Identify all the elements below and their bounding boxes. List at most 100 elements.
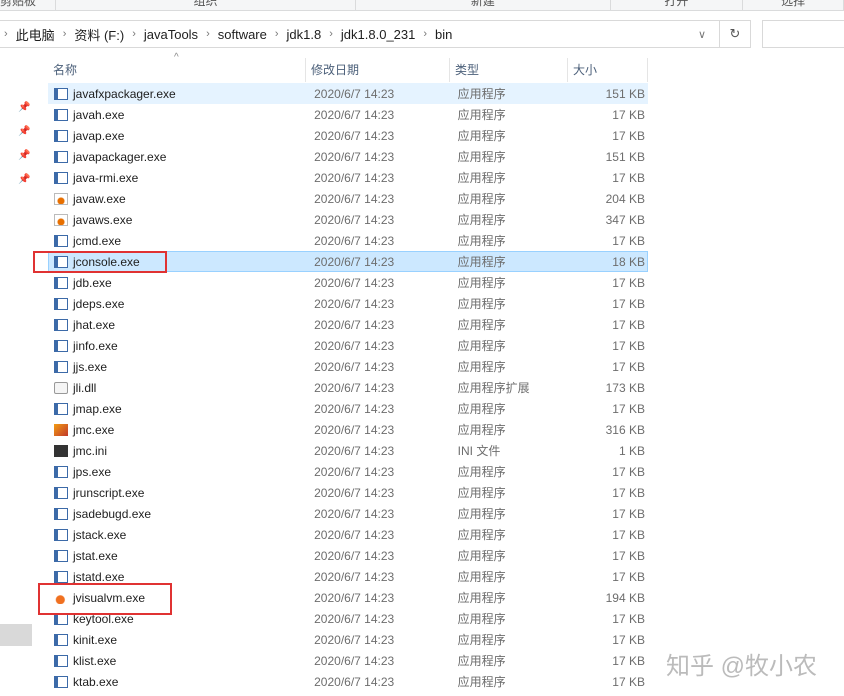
file-row[interactable]: jinfo.exe 2020/6/7 14:23 应用程序 17 KB — [48, 335, 648, 356]
file-type: 应用程序 — [457, 507, 506, 521]
column-header-date[interactable]: 修改日期 — [306, 58, 450, 82]
file-type: 应用程序 — [457, 528, 506, 542]
file-name: jmc.exe — [73, 422, 115, 437]
chevron-right-icon[interactable]: › — [63, 28, 67, 40]
column-header-name[interactable]: 名称 — [48, 58, 306, 82]
application-icon — [54, 570, 68, 583]
file-size: 17 KB — [612, 275, 645, 290]
file-size: 17 KB — [612, 548, 645, 563]
file-date: 2020/6/7 14:23 — [314, 401, 395, 416]
column-header-type[interactable]: 类型 — [450, 58, 568, 82]
file-row[interactable]: jsadebugd.exe 2020/6/7 14:23 应用程序 17 KB — [48, 503, 648, 524]
pin-icon[interactable]: 📌 — [18, 150, 30, 161]
ribbon-group-open[interactable]: 打开 — [611, 0, 744, 10]
chevron-right-icon[interactable]: › — [275, 28, 279, 40]
file-row[interactable]: jrunscript.exe 2020/6/7 14:23 应用程序 17 KB — [48, 482, 648, 503]
file-row[interactable]: jli.dll 2020/6/7 14:23 应用程序扩展 173 KB — [48, 377, 648, 398]
file-size: 17 KB — [612, 464, 645, 479]
breadcrumb-item[interactable]: software — [218, 27, 267, 42]
file-size: 17 KB — [612, 674, 645, 689]
application-icon — [54, 654, 68, 667]
file-row[interactable]: jstat.exe 2020/6/7 14:23 应用程序 17 KB — [48, 545, 648, 566]
file-row[interactable]: jjs.exe 2020/6/7 14:23 应用程序 17 KB — [48, 356, 648, 377]
application-icon — [54, 423, 68, 436]
file-row[interactable]: jdeps.exe 2020/6/7 14:23 应用程序 17 KB — [48, 293, 648, 314]
file-row[interactable]: javafxpackager.exe 2020/6/7 14:23 应用程序 1… — [48, 83, 648, 104]
pin-icon[interactable]: 📌 — [18, 174, 30, 185]
file-row[interactable]: jdb.exe 2020/6/7 14:23 应用程序 17 KB — [48, 272, 648, 293]
application-icon — [54, 549, 68, 562]
chevron-right-icon[interactable]: › — [206, 28, 210, 40]
pin-icon[interactable]: 📌 — [18, 102, 30, 113]
file-row[interactable]: java-rmi.exe 2020/6/7 14:23 应用程序 17 KB — [48, 167, 648, 188]
file-date: 2020/6/7 14:23 — [314, 338, 395, 353]
file-size: 17 KB — [612, 485, 645, 500]
chevron-right-icon[interactable]: › — [132, 28, 136, 40]
pin-icon[interactable]: 📌 — [18, 126, 30, 137]
address-bar[interactable]: › 此电脑 › 资料 (F:) › javaTools › software › jdk1.8 ›… — [0, 20, 751, 48]
ribbon-group-clipboard[interactable]: 剪贴板 — [0, 0, 56, 10]
file-row[interactable]: jcmd.exe 2020/6/7 14:23 应用程序 17 KB — [48, 230, 648, 251]
breadcrumb-item[interactable]: javaTools — [144, 27, 198, 42]
file-row[interactable]: javapackager.exe 2020/6/7 14:23 应用程序 151… — [48, 146, 648, 167]
search-input[interactable] — [762, 20, 844, 48]
file-row[interactable]: jstack.exe 2020/6/7 14:23 应用程序 17 KB — [48, 524, 648, 545]
file-date: 2020/6/7 14:23 — [314, 296, 395, 311]
chevron-right-icon[interactable]: › — [329, 28, 333, 40]
file-type: 应用程序 — [457, 255, 506, 269]
file-type: INI 文件 — [457, 444, 501, 458]
breadcrumb-item[interactable]: jdk1.8.0_231 — [341, 27, 415, 42]
file-date: 2020/6/7 14:23 — [314, 674, 395, 689]
file-row[interactable]: ktab.exe 2020/6/7 14:23 应用程序 17 KB — [48, 671, 648, 692]
file-type: 应用程序 — [457, 486, 506, 500]
application-icon — [54, 318, 68, 331]
file-size: 151 KB — [605, 149, 645, 164]
file-date: 2020/6/7 14:23 — [314, 233, 395, 248]
application-icon — [54, 339, 68, 352]
file-size: 316 KB — [605, 422, 645, 437]
file-date: 2020/6/7 14:23 — [314, 632, 395, 647]
file-date: 2020/6/7 14:23 — [314, 149, 395, 164]
file-row[interactable]: jmc.ini 2020/6/7 14:23 INI 文件 1 KB — [48, 440, 648, 461]
ribbon-group-select[interactable]: 选择 — [743, 0, 844, 10]
file-row[interactable]: jmap.exe 2020/6/7 14:23 应用程序 17 KB — [48, 398, 648, 419]
breadcrumb-item[interactable]: 此电脑 — [16, 25, 55, 44]
file-date: 2020/6/7 14:23 — [314, 485, 395, 500]
file-size: 17 KB — [612, 338, 645, 353]
refresh-button[interactable]: ↻ — [719, 21, 750, 47]
breadcrumb-item[interactable]: jdk1.8 — [287, 27, 322, 42]
application-icon — [54, 633, 68, 646]
file-row[interactable]: javaws.exe 2020/6/7 14:23 应用程序 347 KB — [48, 209, 648, 230]
file-row[interactable]: javap.exe 2020/6/7 14:23 应用程序 17 KB — [48, 125, 648, 146]
breadcrumb-item[interactable]: bin — [435, 27, 452, 42]
file-date: 2020/6/7 14:23 — [314, 443, 395, 458]
file-name: jmc.ini — [73, 443, 108, 458]
nav-selected-item[interactable] — [0, 624, 32, 646]
chevron-right-icon: › — [4, 28, 8, 40]
file-name: kinit.exe — [73, 632, 118, 647]
file-type: 应用程序 — [457, 360, 506, 374]
file-date: 2020/6/7 14:23 — [314, 548, 395, 563]
ini-file-icon — [54, 444, 68, 457]
dll-file-icon — [54, 381, 68, 394]
chevron-right-icon[interactable]: › — [423, 28, 427, 40]
file-row[interactable]: jmc.exe 2020/6/7 14:23 应用程序 316 KB — [48, 419, 648, 440]
file-date: 2020/6/7 14:23 — [314, 359, 395, 374]
chevron-down-icon[interactable]: ∨ — [698, 28, 706, 41]
column-header-size[interactable]: 大小 — [568, 58, 648, 82]
ribbon-group-new[interactable]: 新建 — [356, 0, 611, 10]
file-name: jstat.exe — [73, 548, 118, 563]
file-row[interactable]: javah.exe 2020/6/7 14:23 应用程序 17 KB — [48, 104, 648, 125]
breadcrumb-item[interactable]: 资料 (F:) — [74, 25, 124, 44]
file-type: 应用程序 — [457, 297, 506, 311]
file-size: 17 KB — [612, 170, 645, 185]
file-type: 应用程序 — [457, 465, 506, 479]
file-row[interactable]: jhat.exe 2020/6/7 14:23 应用程序 17 KB — [48, 314, 648, 335]
file-row[interactable]: jps.exe 2020/6/7 14:23 应用程序 17 KB — [48, 461, 648, 482]
file-row[interactable]: kinit.exe 2020/6/7 14:23 应用程序 17 KB — [48, 629, 648, 650]
ribbon-group-organize[interactable]: 组织 — [56, 0, 357, 10]
file-row[interactable]: klist.exe 2020/6/7 14:23 应用程序 17 KB — [48, 650, 648, 671]
file-type: 应用程序 — [457, 570, 506, 584]
file-date: 2020/6/7 14:23 — [314, 422, 395, 437]
file-row[interactable]: javaw.exe 2020/6/7 14:23 应用程序 204 KB — [48, 188, 648, 209]
